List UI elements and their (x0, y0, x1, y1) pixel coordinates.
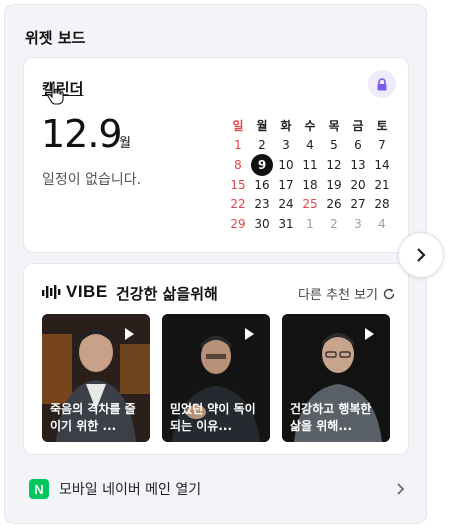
play-icon (125, 328, 134, 340)
calendar-day[interactable]: 29 (226, 217, 250, 231)
more-recommendations-button[interactable]: 다른 추천 보기 (298, 284, 396, 303)
play-icon (245, 328, 254, 340)
calendar-day[interactable]: 16 (250, 178, 274, 192)
month-grid: 일 월 화 수 목 금 토 1 2 3 4 5 6 7 8 9 10 11 12 13 14 15 16 17 1… (226, 116, 394, 234)
calendar-day[interactable]: 3 (346, 217, 370, 231)
calendar-day[interactable]: 7 (370, 138, 394, 152)
video-list: 죽음의 격차를 줄이기 위한 ... 믿었던 약이 독이 되는 이유... 건강… (42, 314, 402, 442)
more-recommendations-label: 다른 추천 보기 (297, 288, 378, 303)
calendar-day[interactable]: 27 (346, 197, 370, 211)
weekday-sat: 토 (376, 119, 388, 134)
vibe-logo-text: VIBE (66, 282, 108, 301)
calendar-day[interactable]: 21 (370, 178, 394, 192)
board-title: 위젯 보드 (25, 29, 86, 47)
calendar-day[interactable]: 25 (298, 197, 322, 211)
video-card[interactable]: 믿었던 약이 독이 되는 이유... (162, 314, 270, 442)
calendar-day[interactable]: 18 (298, 178, 322, 192)
chevron-right-icon (417, 248, 426, 262)
hand-cursor-icon (47, 82, 64, 105)
vibe-wave-icon (42, 285, 61, 299)
calendar-week-row: 29 30 31 1 2 3 4 (226, 214, 394, 234)
calendar-week-row: 15 16 17 18 19 20 21 (226, 175, 394, 195)
calendar-day[interactable]: 10 (274, 158, 298, 172)
empty-schedule-text: 일정이 없습니다. (42, 172, 142, 188)
video-caption: 믿었던 약이 독이 되는 이유... (170, 402, 256, 433)
chevron-right-icon (397, 483, 405, 495)
mobile-naver-label: 모바일 네이버 메인 열기 (59, 482, 202, 498)
calendar-day[interactable]: 31 (274, 217, 298, 231)
calendar-day[interactable]: 11 (298, 158, 322, 172)
calendar-day[interactable]: 24 (274, 197, 298, 211)
calendar-day[interactable]: 13 (346, 158, 370, 172)
weekday-wed: 수 (304, 119, 316, 134)
lock-button[interactable] (368, 70, 396, 98)
weekday-mon: 월 (256, 119, 268, 134)
calendar-day[interactable]: 12 (322, 158, 346, 172)
calendar-day[interactable]: 8 (226, 158, 250, 172)
vibe-card: VIBE 건강한 삶을위해 다른 추천 보기 죽음의 격차를 줄이기 위한 ..… (23, 263, 409, 455)
weekday-tue: 화 (280, 119, 292, 134)
video-caption: 죽음의 격차를 줄이기 위한 ... (50, 402, 136, 433)
weekday-thu: 목 (328, 119, 340, 134)
calendar-day[interactable]: 1 (298, 217, 322, 231)
next-widget-button[interactable] (398, 232, 444, 278)
calendar-day[interactable]: 2 (322, 217, 346, 231)
weekday-sun: 일 (232, 119, 244, 134)
calendar-day[interactable]: 2 (250, 138, 274, 152)
calendar-day[interactable]: 5 (322, 138, 346, 152)
weekday-fri: 금 (352, 119, 364, 134)
calendar-card: 캘린더 12.9 월 일정이 없습니다. 일 월 화 수 목 금 토 12345… (23, 57, 409, 253)
calendar-day[interactable]: 17 (274, 178, 298, 192)
video-card[interactable]: 건강하고 행복한 삶을 위해... (282, 314, 390, 442)
video-card[interactable]: 죽음의 격차를 줄이기 위한 ... (42, 314, 150, 442)
today-marker: 9 (251, 153, 273, 176)
calendar-day[interactable]: 15 (226, 178, 250, 192)
vibe-logo[interactable]: VIBE (42, 282, 108, 302)
calendar-week-row: 8 9 10 11 12 13 14 (226, 153, 394, 176)
vibe-section-title: 건강한 삶을위해 (116, 285, 218, 303)
weekday-header-row: 일 월 화 수 목 금 토 (226, 116, 394, 136)
calendar-day[interactable]: 23 (250, 197, 274, 211)
calendar-day[interactable]: 20 (346, 178, 370, 192)
calendar-day[interactable]: 28 (370, 197, 394, 211)
calendar-day[interactable]: 4 (370, 217, 394, 231)
calendar-day[interactable]: 6 (346, 138, 370, 152)
current-date: 12.9 (41, 112, 123, 156)
mobile-naver-link[interactable]: N 모바일 네이버 메인 열기 (23, 473, 409, 505)
calendar-day[interactable]: 3 (274, 138, 298, 152)
calendar-day[interactable]: 1 (226, 138, 250, 152)
calendar-day[interactable]: 4 (298, 138, 322, 152)
lock-icon (377, 77, 387, 90)
play-icon (365, 328, 374, 340)
calendar-day[interactable]: 22 (226, 197, 250, 211)
calendar-day[interactable]: 30 (250, 217, 274, 231)
current-date-unit: 월 (119, 136, 131, 151)
calendar-day[interactable]: 14 (370, 158, 394, 172)
widget-board: 위젯 보드 캘린더 12.9 월 일정이 없습니다. 일 월 화 수 목 금 토 (4, 4, 427, 524)
video-caption: 건강하고 행복한 삶을 위해... (290, 402, 372, 433)
refresh-icon (383, 288, 395, 299)
calendar-week-row: 22 23 24 25 26 27 28 (226, 194, 394, 214)
calendar-day[interactable]: 9 (250, 153, 274, 176)
calendar-week-row: 1234567 (226, 136, 394, 156)
naver-n-icon: N (29, 479, 49, 499)
calendar-day[interactable]: 26 (322, 197, 346, 211)
calendar-day[interactable]: 19 (322, 178, 346, 192)
